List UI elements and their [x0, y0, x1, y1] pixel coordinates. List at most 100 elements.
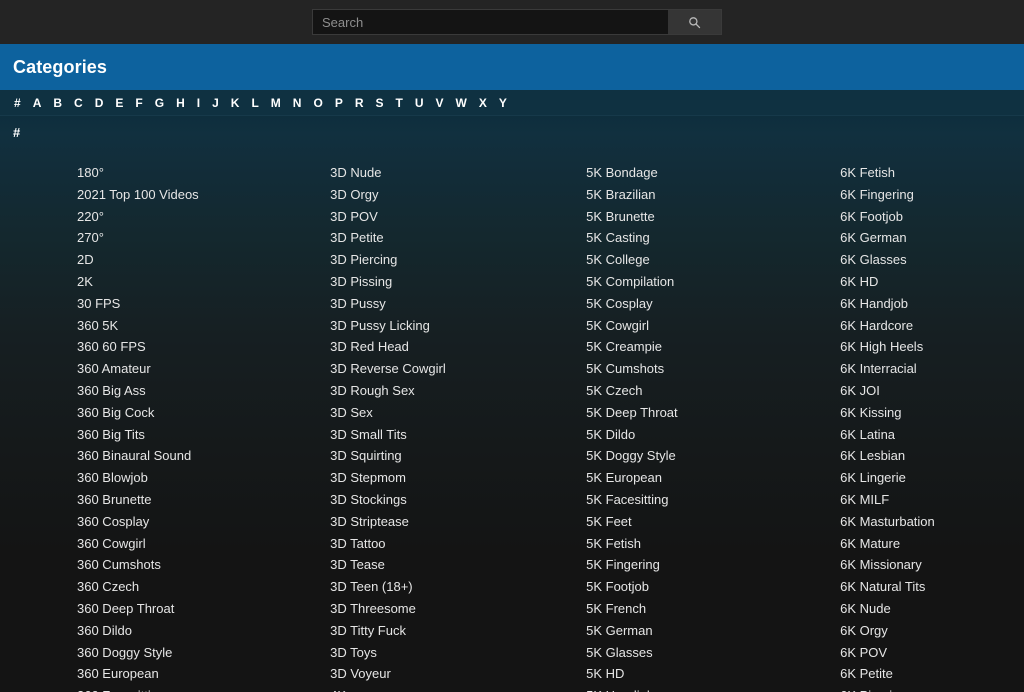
category-link[interactable]: 270°: [77, 227, 256, 249]
category-link[interactable]: 6K Petite: [840, 663, 1024, 685]
category-link[interactable]: 6K Missionary: [840, 554, 1024, 576]
category-link[interactable]: 5K Czech: [586, 380, 768, 402]
category-link[interactable]: 2D: [77, 249, 256, 271]
category-link[interactable]: 5K Bondage: [586, 162, 768, 184]
category-link[interactable]: 360 Deep Throat: [77, 598, 256, 620]
category-link[interactable]: 2021 Top 100 Videos: [77, 184, 256, 206]
category-link[interactable]: 6K Hardcore: [840, 315, 1024, 337]
category-link[interactable]: 6K German: [840, 227, 1024, 249]
category-link[interactable]: 5K College: [586, 249, 768, 271]
category-link[interactable]: 6K Fetish: [840, 162, 1024, 184]
category-link[interactable]: 360 Doggy Style: [77, 642, 256, 664]
alphabet-nav-link-c[interactable]: C: [68, 96, 89, 110]
category-link[interactable]: 360 Amateur: [77, 358, 256, 380]
category-link[interactable]: 3D Pussy: [330, 293, 512, 315]
category-link[interactable]: 360 Blowjob: [77, 467, 256, 489]
category-link[interactable]: 6K Mature: [840, 533, 1024, 555]
category-link[interactable]: 5K Cosplay: [586, 293, 768, 315]
category-link[interactable]: 360 Cosplay: [77, 511, 256, 533]
category-link[interactable]: 5K Fetish: [586, 533, 768, 555]
category-link[interactable]: 5K Dildo: [586, 424, 768, 446]
category-link[interactable]: 5K German: [586, 620, 768, 642]
category-link[interactable]: 5K Footjob: [586, 576, 768, 598]
alphabet-nav-link-s[interactable]: S: [370, 96, 390, 110]
category-link[interactable]: 3D Pissing: [330, 271, 512, 293]
alphabet-nav-link-g[interactable]: G: [149, 96, 170, 110]
category-link[interactable]: 3D Rough Sex: [330, 380, 512, 402]
category-link[interactable]: 5K French: [586, 598, 768, 620]
category-link[interactable]: 6K Lesbian: [840, 445, 1024, 467]
alphabet-nav-link-m[interactable]: M: [265, 96, 287, 110]
category-link[interactable]: 4K: [330, 685, 512, 692]
category-link[interactable]: 6K Footjob: [840, 206, 1024, 228]
alphabet-nav-link-p[interactable]: P: [329, 96, 349, 110]
category-link[interactable]: 6K JOI: [840, 380, 1024, 402]
category-link[interactable]: 5K Deep Throat: [586, 402, 768, 424]
search-input[interactable]: [312, 9, 668, 35]
category-link[interactable]: 3D Stepmom: [330, 467, 512, 489]
category-link[interactable]: 3D Small Tits: [330, 424, 512, 446]
category-link[interactable]: 360 Brunette: [77, 489, 256, 511]
alphabet-nav-link-hash[interactable]: #: [11, 96, 27, 110]
category-link[interactable]: 5K Casting: [586, 227, 768, 249]
category-link[interactable]: 3D Red Head: [330, 336, 512, 358]
category-link[interactable]: 5K HD: [586, 663, 768, 685]
category-link[interactable]: 6K Orgy: [840, 620, 1024, 642]
category-link[interactable]: 5K Glasses: [586, 642, 768, 664]
category-link[interactable]: 6K Handjob: [840, 293, 1024, 315]
alphabet-nav-link-v[interactable]: V: [430, 96, 450, 110]
category-link[interactable]: 360 Cowgirl: [77, 533, 256, 555]
category-link[interactable]: 6K Natural Tits: [840, 576, 1024, 598]
category-link[interactable]: 5K Compilation: [586, 271, 768, 293]
category-link[interactable]: 360 Binaural Sound: [77, 445, 256, 467]
category-link[interactable]: 360 Facesitting: [77, 685, 256, 692]
category-link[interactable]: 3D Sex: [330, 402, 512, 424]
category-link[interactable]: 3D Orgy: [330, 184, 512, 206]
category-link[interactable]: 360 60 FPS: [77, 336, 256, 358]
category-link[interactable]: 3D Petite: [330, 227, 512, 249]
category-link[interactable]: 3D Toys: [330, 642, 512, 664]
alphabet-nav-link-j[interactable]: J: [206, 96, 225, 110]
category-link[interactable]: 360 Cumshots: [77, 554, 256, 576]
alphabet-nav-link-e[interactable]: E: [109, 96, 129, 110]
alphabet-nav-link-x[interactable]: X: [473, 96, 493, 110]
alphabet-nav-link-a[interactable]: A: [27, 96, 48, 110]
alphabet-nav-link-n[interactable]: N: [287, 96, 308, 110]
category-link[interactable]: 3D Striptease: [330, 511, 512, 533]
category-link[interactable]: 3D POV: [330, 206, 512, 228]
category-link[interactable]: 6K HD: [840, 271, 1024, 293]
category-link[interactable]: 5K Brunette: [586, 206, 768, 228]
category-link[interactable]: 30 FPS: [77, 293, 256, 315]
alphabet-nav-link-k[interactable]: K: [225, 96, 246, 110]
alphabet-nav-link-u[interactable]: U: [409, 96, 430, 110]
category-link[interactable]: 360 Big Tits: [77, 424, 256, 446]
category-link[interactable]: 6K Nude: [840, 598, 1024, 620]
category-link[interactable]: 6K Kissing: [840, 402, 1024, 424]
alphabet-nav-link-t[interactable]: T: [390, 96, 409, 110]
category-link[interactable]: 6K Glasses: [840, 249, 1024, 271]
category-link[interactable]: 5K Doggy Style: [586, 445, 768, 467]
category-link[interactable]: 180°: [77, 162, 256, 184]
category-link[interactable]: 3D Stockings: [330, 489, 512, 511]
category-link[interactable]: 3D Piercing: [330, 249, 512, 271]
category-link[interactable]: 3D Titty Fuck: [330, 620, 512, 642]
category-link[interactable]: 220°: [77, 206, 256, 228]
alphabet-nav-link-h[interactable]: H: [170, 96, 191, 110]
category-link[interactable]: 3D Nude: [330, 162, 512, 184]
category-link[interactable]: 360 Czech: [77, 576, 256, 598]
category-link[interactable]: 3D Pussy Licking: [330, 315, 512, 337]
category-link[interactable]: 2K: [77, 271, 256, 293]
alphabet-nav-link-o[interactable]: O: [307, 96, 328, 110]
category-link[interactable]: 5K Handjob: [586, 685, 768, 692]
category-link[interactable]: 3D Teen (18+): [330, 576, 512, 598]
category-link[interactable]: 6K MILF: [840, 489, 1024, 511]
category-link[interactable]: 5K Creampie: [586, 336, 768, 358]
alphabet-nav-link-d[interactable]: D: [89, 96, 110, 110]
alphabet-nav-link-i[interactable]: I: [191, 96, 206, 110]
category-link[interactable]: 3D Squirting: [330, 445, 512, 467]
category-link[interactable]: 6K High Heels: [840, 336, 1024, 358]
category-link[interactable]: 5K Facesitting: [586, 489, 768, 511]
category-link[interactable]: 3D Tattoo: [330, 533, 512, 555]
alphabet-nav-link-f[interactable]: F: [129, 96, 148, 110]
search-submit-button[interactable]: [668, 9, 722, 35]
